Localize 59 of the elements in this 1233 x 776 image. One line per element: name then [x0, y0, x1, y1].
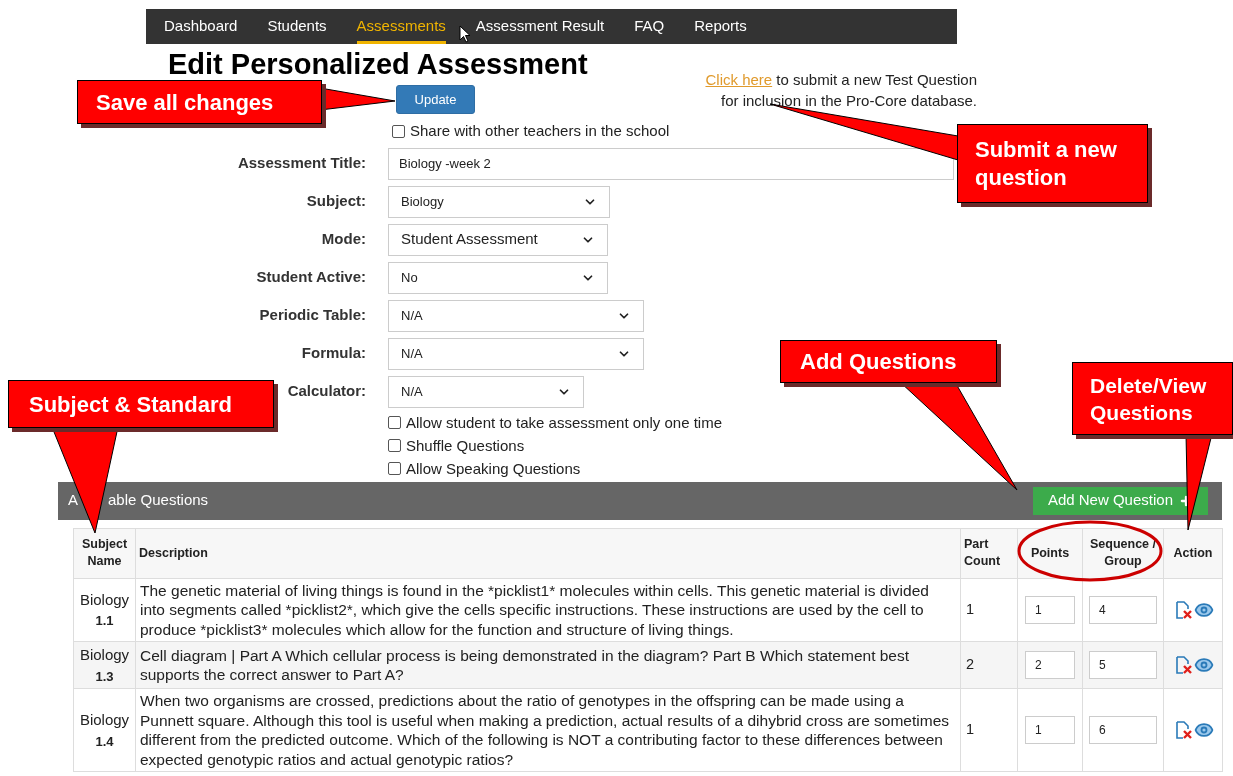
standard-code: 1.1 — [94, 612, 115, 631]
column-header: Subject Name — [73, 528, 136, 578]
checkbox-label: Share with other teachers in the school — [410, 121, 670, 141]
part-count-cell: 1 — [960, 578, 1018, 642]
field-label: Student Active: — [256, 267, 366, 288]
field-label: Calculator: — [287, 381, 366, 402]
checkbox[interactable] — [392, 124, 405, 138]
column-header: Action — [1163, 528, 1223, 578]
standard-code: 1.3 — [94, 667, 115, 686]
sequence-field[interactable]: 5 — [1089, 651, 1157, 679]
panel-title: A — [68, 490, 78, 511]
sequence-field[interactable]: 6 — [1089, 716, 1157, 744]
subject-name: Biology — [78, 645, 131, 665]
checkbox-label: Allow student to take assessment only one time — [406, 412, 722, 433]
select-field[interactable]: No — [388, 261, 608, 294]
field-label: Assessment Title: — [237, 153, 366, 174]
checkbox-label: Allow Speaking Questions — [406, 458, 581, 479]
subject-name: Biology — [78, 710, 131, 730]
column-header: Description — [135, 528, 961, 578]
nav-link[interactable]: Assessment Result — [475, 9, 605, 44]
select-field[interactable]: Student Assessment — [388, 223, 608, 256]
part-count-cell: 1 — [960, 688, 1018, 772]
nav-link[interactable]: Assessments — [356, 9, 446, 44]
nav-link[interactable]: FAQ — [634, 9, 665, 44]
select-field[interactable]: Biology — [388, 185, 610, 218]
field-label: Periodic Table: — [259, 305, 366, 326]
checkbox[interactable] — [388, 462, 401, 475]
view-icon[interactable] — [1193, 655, 1214, 675]
description-cell: The genetic material of living things is found in the *picklist1* molecules within cells. This genetic material is divided into segments called *picklist2*, which give the cells specific instructions. These instructions are used by the cell to produce *picklist3* molecules which allow for the function and structure of living things. — [135, 578, 961, 642]
checkbox[interactable] — [388, 439, 401, 452]
description-cell: When two organisms are crossed, predictions about the ratio of genotypes in the offspring can be made using a Punnett square. Although this tool is useful when making a prediction, actual results of a dihybrid cross are sometimes different from the predicted outcome. Which of the following is NOT a contributing factor to these differences between expected genotypic ratios and actual genotypic ratios? — [135, 688, 961, 772]
page-title: Edit Personalized Assessment — [168, 47, 589, 81]
subject-name: Biology — [78, 589, 131, 610]
select-field[interactable]: N/A — [388, 337, 644, 370]
select-field[interactable]: N/A — [388, 299, 644, 332]
points-field[interactable]: 1 — [1025, 716, 1075, 744]
select-field[interactable]: N/A — [388, 375, 584, 408]
points-field[interactable]: 2 — [1025, 651, 1075, 679]
view-icon[interactable] — [1193, 720, 1214, 740]
points-field[interactable]: 1 — [1025, 595, 1075, 624]
column-header: Part Count — [960, 528, 1018, 578]
text-field[interactable]: Biology -week 2 — [388, 147, 954, 180]
checkbox-label: Shuffle Questions — [406, 435, 525, 456]
column-header: Points — [1017, 528, 1083, 578]
nav-link[interactable]: Students — [267, 9, 327, 44]
field-label: Mode: — [321, 229, 366, 250]
submit-question-note: Click here to submit a new Test Question for inclusion in the Pro-Core database. — [705, 70, 977, 111]
sequence-field[interactable]: 4 — [1089, 595, 1157, 624]
description-cell: Cell diagram | Part A Which cellular process is being demonstrated in the diagram? Part B Which statement best supports the correct answer to Part A? — [135, 641, 961, 689]
part-count-cell: 2 — [960, 641, 1018, 689]
nav-link[interactable]: Reports — [694, 9, 747, 44]
field-label: Subject: — [306, 191, 366, 212]
field-label: Formula: — [301, 343, 366, 364]
panel-title: able Questions — [108, 490, 209, 511]
checkbox[interactable] — [388, 416, 401, 429]
nav-link[interactable]: Dashboard — [164, 9, 238, 44]
standard-code: 1.4 — [94, 732, 115, 751]
update-button[interactable]: Update — [396, 85, 475, 114]
cursor-icon — [459, 25, 471, 43]
